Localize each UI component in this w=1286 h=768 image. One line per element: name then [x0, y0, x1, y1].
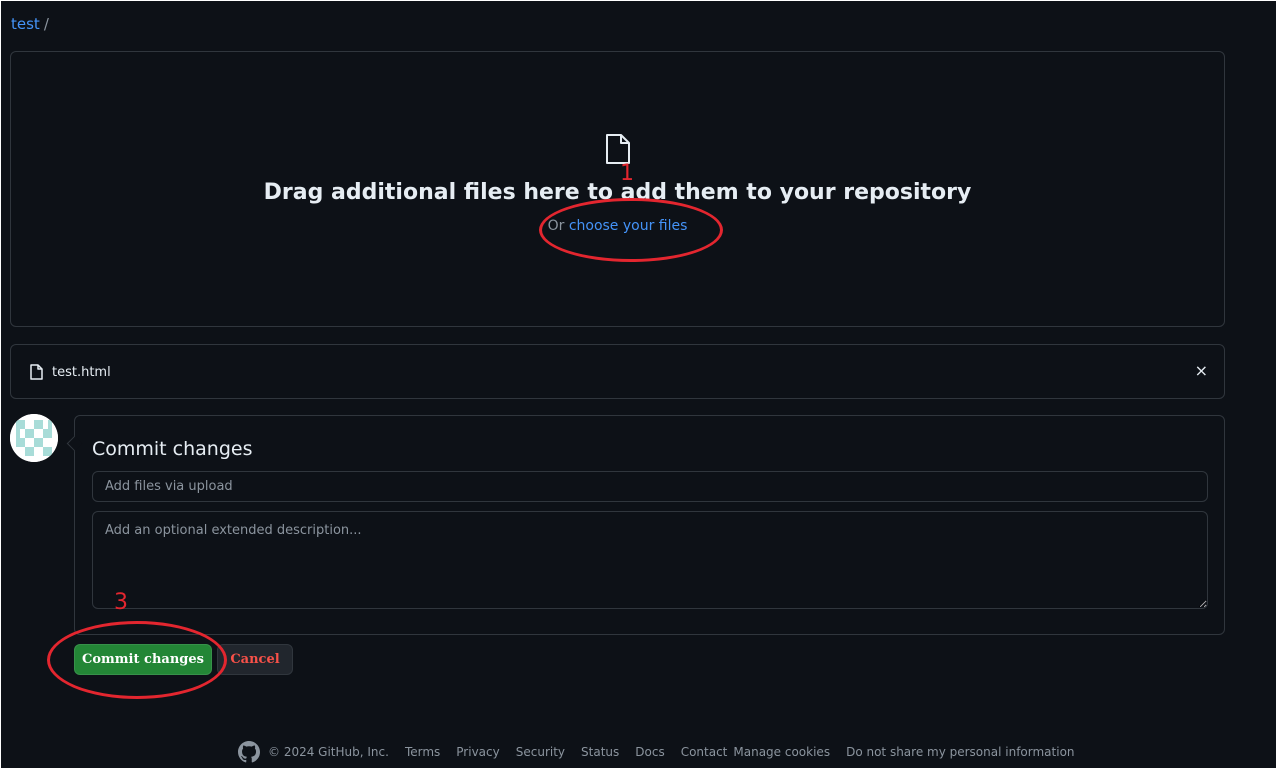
footer-link-status[interactable]: Status [581, 745, 619, 759]
commit-description-input[interactable] [92, 511, 1208, 609]
annotation-ellipse-1 [539, 198, 723, 262]
file-icon [30, 364, 43, 384]
repo-link[interactable]: test [11, 15, 40, 33]
commit-form: Commit changes [74, 415, 1225, 635]
avatar [10, 414, 58, 462]
footer-link-docs[interactable]: Docs [635, 745, 664, 759]
remove-file-icon[interactable]: × [1195, 361, 1208, 380]
footer-link-terms[interactable]: Terms [405, 745, 440, 759]
commit-title: Commit changes [92, 438, 253, 460]
footer-link-contact[interactable]: Contact [681, 745, 728, 759]
file-name: test.html [52, 365, 111, 380]
footer-link-manage-cookies[interactable]: Manage cookies [733, 745, 830, 759]
uploaded-file-row: test.html × [10, 344, 1225, 399]
github-logo-icon[interactable] [238, 741, 260, 763]
breadcrumb: test / [11, 15, 49, 33]
footer: © 2024 GitHub, Inc. Terms Privacy Securi… [238, 741, 1091, 763]
breadcrumb-separator: / [43, 15, 49, 33]
commit-summary-input[interactable] [92, 471, 1208, 502]
cancel-button[interactable]: Cancel [217, 644, 293, 675]
file-dropzone[interactable]: Drag additional files here to add them t… [10, 51, 1225, 327]
footer-link-privacy[interactable]: Privacy [456, 745, 499, 759]
page: test / Drag additional files here to add … [1, 1, 1276, 768]
footer-copyright: © 2024 GitHub, Inc. [268, 745, 389, 759]
annotation-ellipse-3 [47, 621, 227, 699]
footer-link-do-not-share[interactable]: Do not share my personal information [846, 745, 1074, 759]
annotation-number-1: 1 [620, 161, 634, 186]
annotation-number-3: 3 [114, 590, 128, 615]
footer-link-security[interactable]: Security [516, 745, 565, 759]
